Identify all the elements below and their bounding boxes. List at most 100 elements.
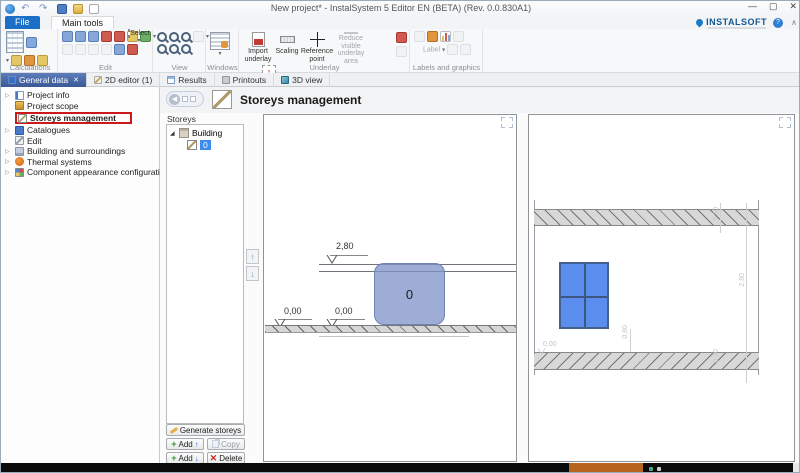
storeys-management-header-icon: [212, 90, 232, 109]
windows-button[interactable]: ▾: [210, 31, 230, 64]
calc-options-icon[interactable]: [26, 37, 37, 48]
zoom-selection-icon[interactable]: [181, 44, 191, 54]
move-down-icon[interactable]: [101, 44, 112, 55]
taskbar-app-block[interactable]: [569, 463, 643, 473]
underlay-toggle-icon[interactable]: [396, 46, 407, 57]
label-line-icon[interactable]: [414, 31, 425, 42]
move-up-icon[interactable]: [88, 44, 99, 55]
close-tab-icon[interactable]: ✕: [73, 76, 79, 84]
tab-printouts[interactable]: Printouts: [215, 73, 275, 87]
select-button[interactable]: Select ▾: [128, 30, 150, 44]
area-icon[interactable]: [127, 44, 138, 55]
tab-general-data[interactable]: General data ✕: [1, 73, 87, 87]
back-icon[interactable]: ◀: [169, 94, 180, 105]
tab-3d-view[interactable]: 3D view: [274, 73, 330, 87]
nav-item-project-scope[interactable]: Project scope: [1, 101, 159, 112]
add-storey-above-button[interactable]: + Add ↑: [166, 438, 204, 450]
graphic-tool-icon[interactable]: [447, 44, 458, 55]
delete-icon[interactable]: [114, 31, 125, 42]
list-icon[interactable]: [453, 31, 464, 42]
ribbon-tab-main-tools[interactable]: Main tools: [51, 16, 114, 29]
zoom-extents-icon[interactable]: [157, 44, 167, 54]
scaling-button[interactable]: Scaling: [273, 31, 301, 64]
calculations-icon[interactable]: [6, 31, 24, 53]
tab-2d-editor[interactable]: 2D editor (1): [87, 73, 160, 87]
zoom-presets-icon[interactable]: [193, 31, 204, 42]
component-appearance-icon: [15, 168, 24, 177]
nav-item-storeys-management[interactable]: Storeys management: [1, 111, 159, 125]
app-icon[interactable]: [5, 4, 15, 14]
reduce-underlay-area-button[interactable]: Reduce visible underlay area: [333, 31, 369, 64]
navigation-history-buttons[interactable]: ◀: [166, 91, 204, 107]
wand-icon: [170, 426, 178, 433]
expander-icon[interactable]: ▷: [5, 169, 12, 176]
panel-expand-icon[interactable]: [779, 117, 791, 128]
nav-label: Catalogues: [27, 125, 70, 135]
expander-icon[interactable]: ▷: [5, 127, 12, 134]
zoom-in-icon[interactable]: [157, 32, 167, 42]
import-underlay-button[interactable]: Import underlay: [243, 31, 273, 64]
reduce-area-label: Reduce visible underlay area: [333, 35, 369, 66]
import-underlay-icon: [252, 32, 265, 47]
expander-icon[interactable]: ▷: [5, 92, 12, 99]
nav-item-project-info[interactable]: ▷ Project info: [1, 90, 159, 101]
storey-block[interactable]: 0: [374, 263, 445, 325]
help-icon[interactable]: ?: [773, 18, 783, 28]
label-button[interactable]: Label ▾: [414, 44, 480, 55]
cut-icon[interactable]: [101, 31, 112, 42]
dim-slab-top: 0,30: [713, 207, 720, 221]
window-element[interactable]: [559, 262, 609, 329]
expander-icon[interactable]: ▷: [5, 158, 12, 165]
move-storey-down-button[interactable]: ↓: [246, 266, 259, 281]
tree-item-storey-0[interactable]: 0: [167, 139, 243, 151]
save-icon[interactable]: [57, 4, 67, 14]
redo-icon[interactable]: ↷: [39, 4, 51, 14]
ribbon-tab-file[interactable]: File: [5, 16, 40, 29]
close-button[interactable]: ✕: [789, 1, 797, 12]
ribbon-group-view: ▾ View: [154, 29, 206, 72]
image-icon[interactable]: [427, 31, 438, 42]
generate-storeys-button[interactable]: Generate storeys: [166, 424, 245, 436]
hatch-icon[interactable]: [114, 44, 125, 55]
level-label-zero: 0,00: [543, 341, 557, 348]
copy-storey-button[interactable]: Copy: [207, 438, 245, 450]
underlay-color-icon[interactable]: [396, 32, 407, 43]
rectangle-icon[interactable]: [75, 44, 86, 55]
tree-expander-icon[interactable]: ◢: [170, 130, 176, 137]
zoom-previous-icon[interactable]: [169, 44, 179, 54]
ribbon-collapse-icon[interactable]: ∧: [791, 18, 797, 27]
zoom-window-icon[interactable]: [181, 32, 191, 42]
storeys-panel-label: Storeys: [167, 114, 196, 124]
open-folder-icon[interactable]: [73, 4, 83, 14]
document-tab-bar: General data ✕ 2D editor (1) Results Pri…: [1, 73, 800, 87]
redo-icon[interactable]: [62, 44, 73, 55]
nav-item-catalogues[interactable]: ▷ Catalogues: [1, 125, 159, 136]
nav-item-thermal-systems[interactable]: ▷ Thermal systems: [1, 157, 159, 168]
taskbar-icon[interactable]: [649, 467, 653, 471]
tab-results[interactable]: Results: [160, 73, 214, 87]
copy-icon[interactable]: [75, 31, 86, 42]
results-icon: [167, 76, 175, 84]
zoom-out-icon[interactable]: [169, 32, 179, 42]
graphic-tool-icon[interactable]: [460, 44, 471, 55]
undo-icon[interactable]: ↶: [21, 4, 33, 14]
expander-icon[interactable]: ▷: [5, 148, 12, 155]
paste-icon[interactable]: [88, 31, 99, 42]
reference-point-button[interactable]: Reference point: [301, 31, 333, 64]
new-document-icon[interactable]: [89, 4, 99, 14]
nav-item-edit[interactable]: Edit: [1, 136, 159, 147]
group-label-windows: Windows: [207, 63, 238, 72]
undo-icon[interactable]: [62, 31, 73, 42]
move-storey-up-button[interactable]: ↑: [246, 249, 259, 264]
reduce-area-icon: [344, 32, 358, 34]
tree-item-building[interactable]: ◢ Building: [167, 127, 243, 139]
nav-item-component-appearance[interactable]: ▷ Component appearance configuration: [1, 167, 159, 178]
taskbar-icon[interactable]: [657, 467, 661, 471]
dimension-line-window: [630, 329, 631, 352]
minimize-button[interactable]: —: [748, 1, 757, 12]
chart-icon[interactable]: [440, 31, 451, 42]
maximize-button[interactable]: ▢: [769, 1, 778, 12]
nav-item-building-surroundings[interactable]: ▷ Building and surroundings: [1, 146, 159, 157]
storey-number: 0: [406, 287, 413, 302]
panel-expand-icon[interactable]: [501, 117, 513, 128]
